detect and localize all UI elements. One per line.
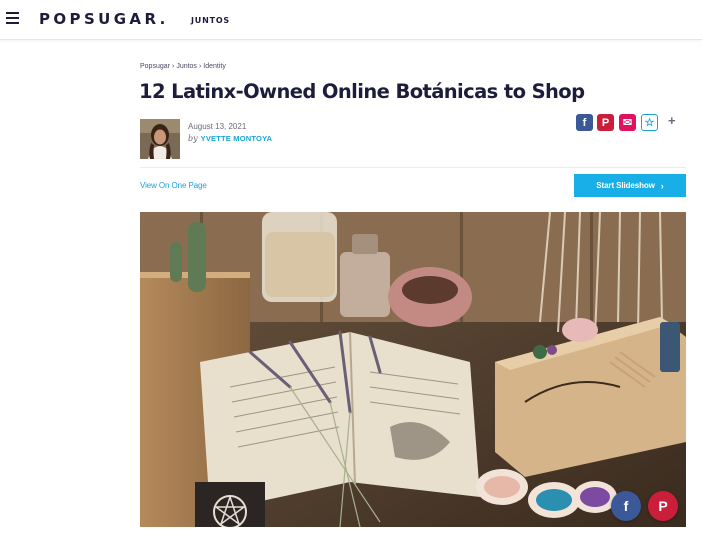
share-facebook-button[interactable]: f — [576, 114, 593, 131]
floating-share-pinterest-button[interactable]: P — [648, 491, 678, 521]
favorite-star-button[interactable]: ☆ — [641, 114, 658, 131]
author-link[interactable]: YVETTE MONTOYA — [201, 134, 273, 143]
breadcrumb-juntos[interactable]: Juntos — [176, 63, 197, 70]
site-logo[interactable]: POPSUGAR. — [39, 10, 169, 28]
start-slideshow-button[interactable]: Start Slideshow › — [574, 174, 686, 197]
byline-prefix: by — [188, 134, 198, 143]
breadcrumb-separator: › — [198, 63, 202, 70]
article-title: 12 Latinx-Owned Online Botánicas to Shop — [139, 80, 585, 103]
chevron-right-icon: › — [660, 180, 664, 191]
divider — [140, 167, 686, 168]
breadcrumb-popsugar[interactable]: Popsugar — [140, 63, 170, 70]
share-pinterest-button[interactable]: P — [597, 114, 614, 131]
breadcrumb: Popsugar › Juntos › Identity — [140, 63, 226, 70]
more-share-plus-icon[interactable]: + — [668, 113, 676, 128]
floating-share-facebook-button[interactable]: f — [611, 491, 641, 521]
article-byline: by YVETTE MONTOYA — [188, 134, 272, 143]
view-on-one-page-link[interactable]: View On One Page — [140, 181, 207, 190]
breadcrumb-separator: › — [171, 63, 175, 70]
breadcrumb-identity[interactable]: Identity — [203, 63, 226, 70]
share-email-button[interactable]: ✉ — [619, 114, 636, 131]
start-slideshow-label: Start Slideshow — [596, 181, 655, 190]
hero-image — [140, 212, 686, 527]
hamburger-icon[interactable] — [6, 12, 19, 24]
site-header: POPSUGAR. JUNTOS — [0, 0, 702, 40]
site-section-logo[interactable]: JUNTOS — [191, 16, 230, 25]
article-date: August 13, 2021 — [188, 122, 247, 131]
author-avatar[interactable] — [140, 119, 180, 159]
